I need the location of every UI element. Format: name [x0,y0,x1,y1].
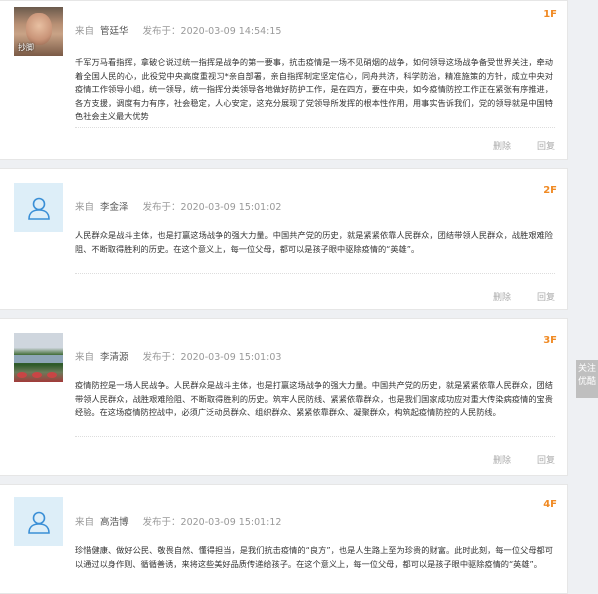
comment-card: 抄脚 来自 管廷华 发布于：2020-03-09 14:54:15 1F 千军万马看… [0,0,568,160]
posted-label: 发布于： [142,202,181,213]
delete-button[interactable]: 删除 [493,456,511,466]
side-tab-line1: 关注 [577,364,596,374]
comment-timestamp: 2020-03-09 14:54:15 [180,26,282,37]
comment-actions: 删除 回复 [467,290,555,303]
comment-meta: 来自 李金泽 发布于：2020-03-09 15:01:02 [75,199,281,213]
comment-username[interactable]: 管廷华 [100,26,129,37]
floor-number: 3F [543,335,557,346]
side-tab-line2: 优酷 [577,377,596,387]
avatar-caption: 抄脚 [18,43,34,52]
divider [75,127,555,128]
comment-meta: 来自 高浩博 发布于：2020-03-09 15:01:12 [75,514,281,528]
comment-card: 来自 李金泽 发布于：2020-03-09 15:01:02 2F 人民群众是战斗主… [0,168,568,310]
floor-number: 2F [543,185,557,196]
divider [75,273,555,274]
reply-button[interactable]: 回复 [537,456,555,466]
reply-button[interactable]: 回复 [537,293,555,303]
comment-username[interactable]: 李清源 [100,352,129,363]
comment-card: 来自 李清源 发布于：2020-03-09 15:01:03 3F 疫情防控是一场人… [0,318,568,476]
comment-actions: 删除 回复 [467,139,555,152]
posted-label: 发布于： [142,517,181,528]
comment-actions: 删除 回复 [467,453,555,466]
avatar-scenery [14,355,63,363]
comment-meta: 来自 管廷华 发布于：2020-03-09 14:54:15 [75,23,281,37]
delete-button[interactable]: 删除 [493,142,511,152]
user-icon [27,197,50,220]
posted-label: 发布于： [142,26,181,37]
avatar-flower [32,372,42,378]
posted-label: 发布于： [142,352,181,363]
comment-timestamp: 2020-03-09 15:01:02 [180,202,282,213]
comment-text: 珍惜健康、做好公民、敬畏自然、懂得担当，是我们抗击疫情的“良方”，也是人生路上至… [75,545,553,569]
from-label: 来自 [75,517,95,528]
avatar[interactable] [14,183,63,232]
avatar[interactable] [14,333,63,382]
divider [75,436,555,437]
comment-text: 千军万马看指挥，拿破仑说过统一指挥是战争的第一要事，抗击疫情是一场不见硝烟的战争… [75,57,553,121]
comment-text: 疫情防控是一场人民战争。人民群众是战斗主体，也是打赢这场战争的强大力量。中国共产… [75,380,553,417]
from-label: 来自 [75,202,95,213]
avatar-flower [47,372,57,378]
comment-card: 来自 高浩博 发布于：2020-03-09 15:01:12 4F 珍惜健康、做好公… [0,484,568,594]
side-follow-tab[interactable]: 关注 优酷 [576,360,598,398]
avatar-face [26,13,52,45]
from-label: 来自 [75,352,95,363]
floor-number: 4F [543,499,557,510]
avatar-flower [17,372,27,378]
comment-timestamp: 2020-03-09 15:01:03 [180,352,282,363]
comment-username[interactable]: 高浩博 [100,517,129,528]
comment-timestamp: 2020-03-09 15:01:12 [180,517,282,528]
comment-username[interactable]: 李金泽 [100,202,129,213]
comment-meta: 来自 李清源 发布于：2020-03-09 15:01:03 [75,349,281,363]
delete-button[interactable]: 删除 [493,293,511,303]
reply-button[interactable]: 回复 [537,142,555,152]
comment-text: 人民群众是战斗主体，也是打赢这场战争的强大力量。中国共产党的历史，就是紧紧依靠人… [75,230,553,254]
from-label: 来自 [75,26,95,37]
avatar[interactable] [14,497,63,546]
user-icon [27,511,50,534]
floor-number: 1F [543,9,557,20]
avatar[interactable]: 抄脚 [14,7,63,56]
